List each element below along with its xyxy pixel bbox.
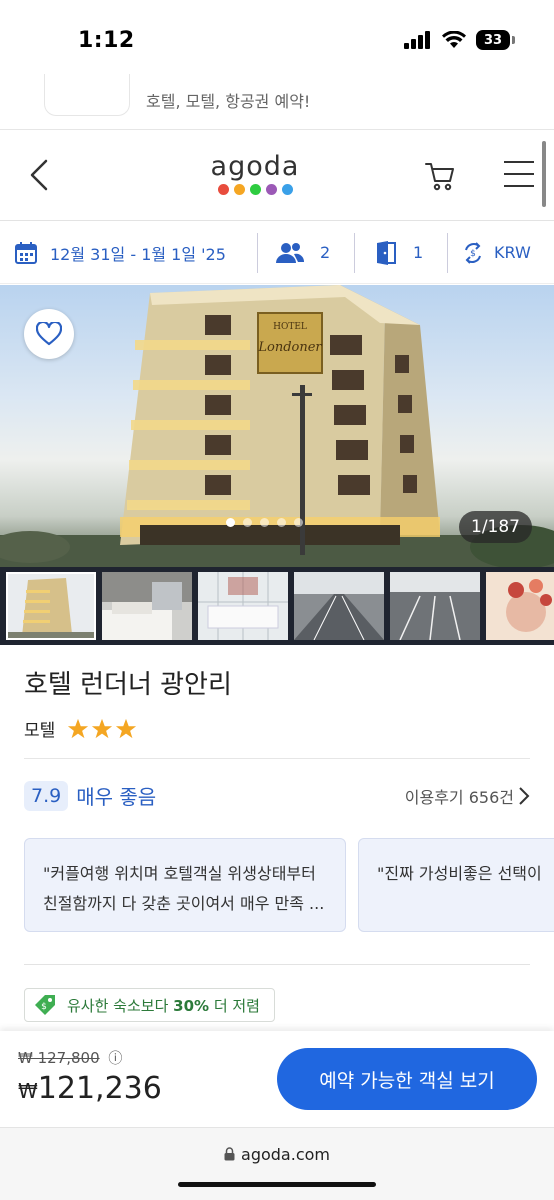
sign-hotel-text: HOTEL: [273, 322, 307, 332]
browser-url-bar[interactable]: agoda.com: [0, 1127, 554, 1200]
url-text: agoda.com: [241, 1145, 330, 1164]
app-banner[interactable]: 호텔, 모텔, 항공권 예약!: [0, 68, 554, 130]
thumbnail-flowers[interactable]: [486, 572, 554, 640]
logo-text: agoda: [210, 151, 300, 182]
scrollbar[interactable]: [542, 141, 546, 207]
view-rooms-button[interactable]: 예약 가능한 객실 보기: [277, 1048, 537, 1110]
review-score-label: 매우 좋음: [76, 785, 157, 809]
logo-dot: [281, 184, 293, 195]
logo-dot: [217, 184, 229, 195]
photo-counter: 1/187: [459, 511, 532, 543]
back-button[interactable]: [28, 155, 52, 195]
svg-text:$: $: [41, 1002, 47, 1012]
thumbnail-parking-lot[interactable]: [390, 572, 480, 640]
app-banner-card: [44, 74, 130, 116]
rooms-selector[interactable]: 1: [355, 233, 447, 273]
chevron-right-icon: [519, 786, 530, 805]
dates-text: 12월 31일 - 1월 1일 '25: [50, 244, 226, 264]
chevron-left-icon: [30, 159, 48, 191]
review-text-line: "진짜 가성비좋은 선택이: [377, 864, 542, 883]
url-display[interactable]: agoda.com: [0, 1145, 554, 1164]
hotel-type-row: 모텔: [24, 716, 137, 741]
property-type: 모텔: [24, 721, 56, 741]
deal-badge: $ 유사한 숙소보다 30% 더 저렴: [24, 988, 275, 1022]
star-rating: [67, 718, 137, 740]
sign-name-text: Londoner: [257, 340, 322, 355]
review-card[interactable]: "커플여행 위치며 호텔객실 위생상태부터 친절함까지 다 갖춘 곳이여서 매우…: [24, 838, 346, 932]
door-icon: [377, 240, 396, 265]
star-icon: [116, 718, 137, 738]
menu-button[interactable]: [504, 161, 534, 191]
cart-icon: [425, 163, 454, 191]
hero-image[interactable]: HOTEL Londoner 1/187: [0, 285, 554, 567]
carousel-dot[interactable]: [277, 518, 286, 527]
status-icons: 33: [404, 30, 515, 50]
carousel-dot[interactable]: [294, 518, 303, 527]
thumbnail-bedroom[interactable]: [102, 572, 192, 640]
review-card[interactable]: "진짜 가성비좋은 선택이: [358, 838, 554, 932]
logo-dot: [249, 184, 261, 195]
currency-selector[interactable]: $ KRW: [448, 233, 531, 273]
signal-icon: [404, 31, 430, 49]
price-tag-icon: $: [35, 995, 55, 1015]
info-icon[interactable]: ⓘ: [108, 1051, 122, 1067]
thumbnail-bathroom[interactable]: [198, 572, 288, 640]
heart-icon: [36, 322, 62, 346]
search-summary-bar: 12월 31일 - 1월 1일 '25 2 1 $ KRW: [0, 222, 554, 284]
guests-icon: [276, 242, 304, 263]
thumbnail-strip: [0, 567, 554, 645]
guests-selector[interactable]: 2: [258, 233, 354, 273]
price-value: 121,236: [37, 1071, 162, 1106]
original-price: ₩ 127,800 ⓘ: [18, 1048, 122, 1068]
review-text-line: 친절함까지 다 갖춘 곳이여서 매우 만족 ...: [43, 894, 325, 913]
reviews-link[interactable]: 이용후기 656건: [405, 784, 530, 808]
rating-row: 7.9 매우 좋음 이용후기 656건: [24, 758, 530, 832]
agoda-logo[interactable]: agoda: [210, 151, 300, 195]
svg-text:$: $: [470, 249, 476, 259]
wifi-icon: [442, 31, 466, 48]
currency-exchange-icon: $: [465, 241, 481, 264]
star-icon: [92, 718, 113, 738]
carousel-dot[interactable]: [260, 518, 269, 527]
currency-code: KRW: [494, 243, 531, 262]
divider: [24, 964, 530, 965]
home-indicator[interactable]: [178, 1182, 376, 1187]
original-price-value: ₩ 127,800: [18, 1049, 100, 1067]
battery-indicator: 33: [476, 30, 515, 50]
dates-selector[interactable]: 12월 31일 - 1월 1일 '25: [0, 233, 257, 273]
lock-icon: [224, 1147, 235, 1161]
review-score: 7.9: [24, 780, 69, 811]
hamburger-icon: [504, 161, 534, 187]
logo-dot: [233, 184, 245, 195]
favorite-button[interactable]: [24, 309, 74, 359]
logo-dots: [210, 184, 300, 195]
thumbnail-parking[interactable]: [294, 572, 384, 640]
app-banner-text: 호텔, 모텔, 항공권 예약!: [146, 92, 311, 111]
reviews-count: 이용후기 656건: [404, 787, 514, 807]
carousel-dot[interactable]: [243, 518, 252, 527]
review-snippets: "커플여행 위치며 호텔객실 위생상태부터 친절함까지 다 갖춘 곳이여서 매우…: [24, 838, 554, 934]
status-time: 1:12: [78, 28, 135, 53]
rooms-count: 1: [413, 243, 424, 262]
review-text-line: "커플여행 위치며 호텔객실 위생상태부터: [43, 864, 316, 883]
current-price: ₩121,236: [18, 1071, 162, 1106]
hotel-name: 호텔 런더너 광안리: [24, 670, 232, 700]
star-icon: [68, 718, 89, 738]
top-nav: agoda: [0, 131, 554, 221]
currency-symbol: ₩: [18, 1079, 38, 1103]
booking-bar: ₩ 127,800 ⓘ ₩121,236 예약 가능한 객실 보기: [0, 1031, 554, 1127]
logo-dot: [265, 184, 277, 195]
thumbnail-building[interactable]: [6, 572, 96, 640]
carousel-dots[interactable]: [226, 518, 303, 527]
calendar-icon: [15, 241, 37, 264]
deal-text: 유사한 숙소보다 30% 더 저렴: [67, 996, 260, 1015]
cart-button[interactable]: [424, 161, 456, 191]
guests-count: 2: [320, 243, 331, 262]
carousel-dot[interactable]: [226, 518, 235, 527]
